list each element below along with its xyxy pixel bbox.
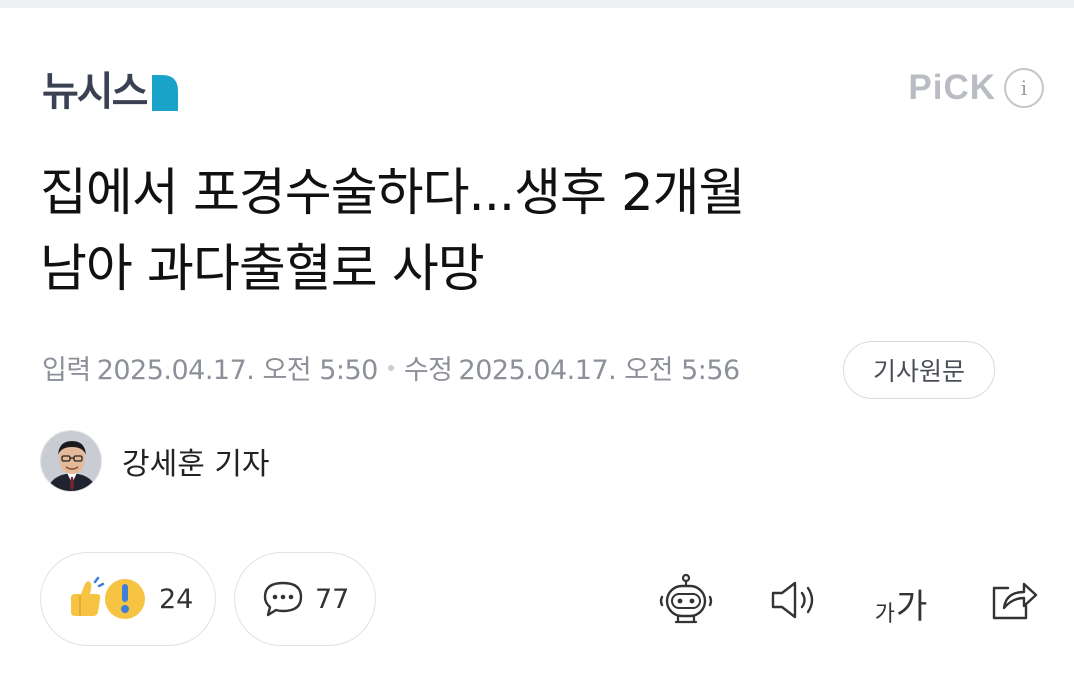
share-icon [992,582,1038,620]
article-title-line-2: 남아 과다출혈로 사망 [40,240,485,299]
modified-label: 수정 [403,355,453,386]
press-logo[interactable]: 뉴시스 [42,69,179,115]
ai-summary-bot-icon [659,573,713,624]
comment-count: 77 [315,583,350,615]
pick-badge: PiCK i [908,68,1044,108]
pick-label: PiCK [908,68,996,107]
reporter-avatar [40,430,102,492]
font-size-icon: 가 가 [875,579,928,628]
published-datetime: 2025.04.17. 오전 5:50 [96,355,379,386]
press-logo-mark [152,75,179,111]
comment-button[interactable]: 77 [234,552,376,646]
text-to-speech-button[interactable] [767,572,823,628]
share-button[interactable] [986,572,1042,628]
font-size-big-glyph: 가 [895,587,928,627]
reaction-count: 24 [159,583,194,615]
reaction-button[interactable]: 24 [40,552,216,646]
meta-separator-dot [387,364,394,371]
reaction-emoji-icon [71,576,145,619]
article-title: 집에서 포경수술하다...생후 2개월 남아 과다출혈로 사망 [40,156,1030,308]
font-size-button[interactable]: 가 가 [870,572,932,628]
original-article-button[interactable]: 기사원문 [843,341,995,399]
top-strip [0,0,1074,8]
press-logo-text: 뉴시스 [42,69,148,115]
speaker-icon [771,581,814,619]
reporter-name: 강세훈 기자 [122,447,270,482]
reporter[interactable]: 강세훈 기자 [40,430,270,492]
article-title-line-1: 집에서 포경수술하다...생후 2개월 [40,164,745,223]
info-icon[interactable]: i [1004,68,1044,108]
ai-summary-button[interactable] [658,572,714,628]
article-dates: 입력 2025.04.17. 오전 5:50 수정 2025.04.17. 오전… [42,348,740,387]
published-label: 입력 [42,355,91,386]
font-size-small-glyph: 가 [874,602,895,627]
modified-datetime: 2025.04.17. 오전 5:56 [458,355,741,386]
comment-icon [263,581,303,617]
